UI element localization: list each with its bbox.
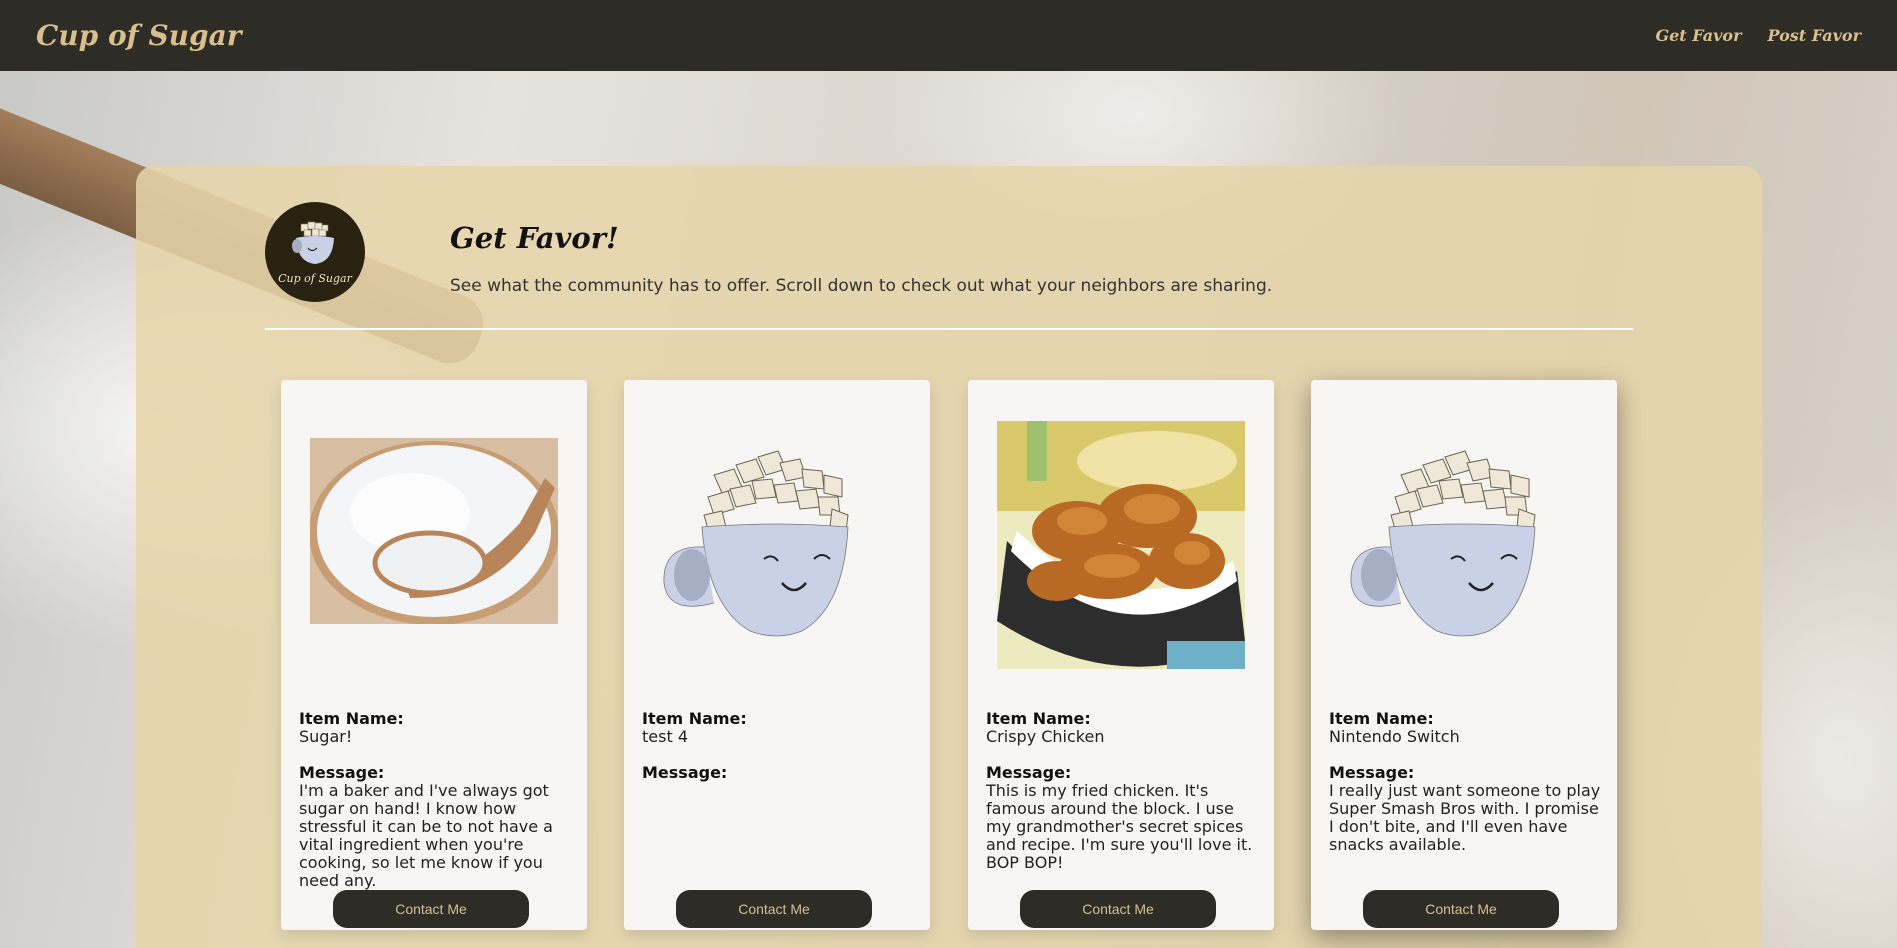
nav-get-favor[interactable]: Get Favor [1655, 26, 1741, 45]
message-text: This is my fried chicken. It's famous ar… [986, 781, 1253, 872]
favor-card: Item Name: Sugar! Message: I'm a baker a… [281, 380, 587, 930]
brand-logo[interactable]: Cup of Sugar [36, 19, 242, 52]
sugar-cup-icon [292, 221, 334, 264]
message-label: Message: [1329, 763, 1415, 782]
logo-text: Cup of Sugar [278, 271, 352, 285]
item-name-label: Item Name: [986, 709, 1091, 728]
navbar: Cup of Sugar Get Favor Post Favor [0, 0, 1897, 71]
favor-card: Item Name: Crispy Chicken Message: This … [968, 380, 1274, 930]
fried-chicken-photo [997, 421, 1245, 669]
header-divider [265, 328, 1633, 330]
contact-button[interactable]: Contact Me [333, 890, 529, 928]
page-subtitle: See what the community has to offer. Scr… [450, 276, 1273, 296]
nav-post-favor[interactable]: Post Favor [1768, 26, 1862, 45]
contact-button[interactable]: Contact Me [676, 890, 872, 928]
item-name-label: Item Name: [642, 709, 747, 728]
item-name-label: Item Name: [299, 709, 404, 728]
message-label: Message: [299, 763, 385, 782]
item-name-value: test 4 [642, 727, 688, 746]
card-body: Item Name: Crispy Chicken Message: This … [986, 710, 1261, 872]
card-body: Item Name: Sugar! Message: I'm a baker a… [299, 710, 574, 890]
logo-badge: Cup of Sugar [265, 202, 365, 302]
card-body: Item Name: Nintendo Switch Message: I re… [1329, 710, 1604, 854]
message-text: I really just want someone to play Super… [1329, 781, 1601, 854]
nav-links: Get Favor Post Favor [1655, 26, 1861, 45]
card-image [1311, 420, 1617, 670]
contact-button[interactable]: Contact Me [1363, 890, 1559, 928]
card-image [281, 406, 587, 656]
message-text: I'm a baker and I've always got sugar on… [299, 781, 553, 890]
item-name-value: Sugar! [299, 727, 353, 746]
contact-button[interactable]: Contact Me [1020, 890, 1216, 928]
content-panel: Cup of Sugar Get Favor! See what the com… [136, 166, 1762, 948]
card-image [624, 420, 930, 670]
item-name-label: Item Name: [1329, 709, 1434, 728]
sugar-bowl-photo [310, 438, 558, 624]
sugar-cup-illustration [1350, 450, 1536, 637]
card-image [968, 420, 1274, 670]
sugar-cup-illustration [663, 450, 849, 637]
favor-card: Item Name: test 4 Message: Contact Me [624, 380, 930, 930]
favor-card: Item Name: Nintendo Switch Message: I re… [1311, 380, 1617, 930]
item-name-value: Crispy Chicken [986, 727, 1105, 746]
page-title: Get Favor! [450, 221, 619, 255]
item-name-value: Nintendo Switch [1329, 727, 1460, 746]
card-body: Item Name: test 4 Message: [642, 710, 917, 782]
message-label: Message: [642, 763, 728, 782]
message-label: Message: [986, 763, 1072, 782]
